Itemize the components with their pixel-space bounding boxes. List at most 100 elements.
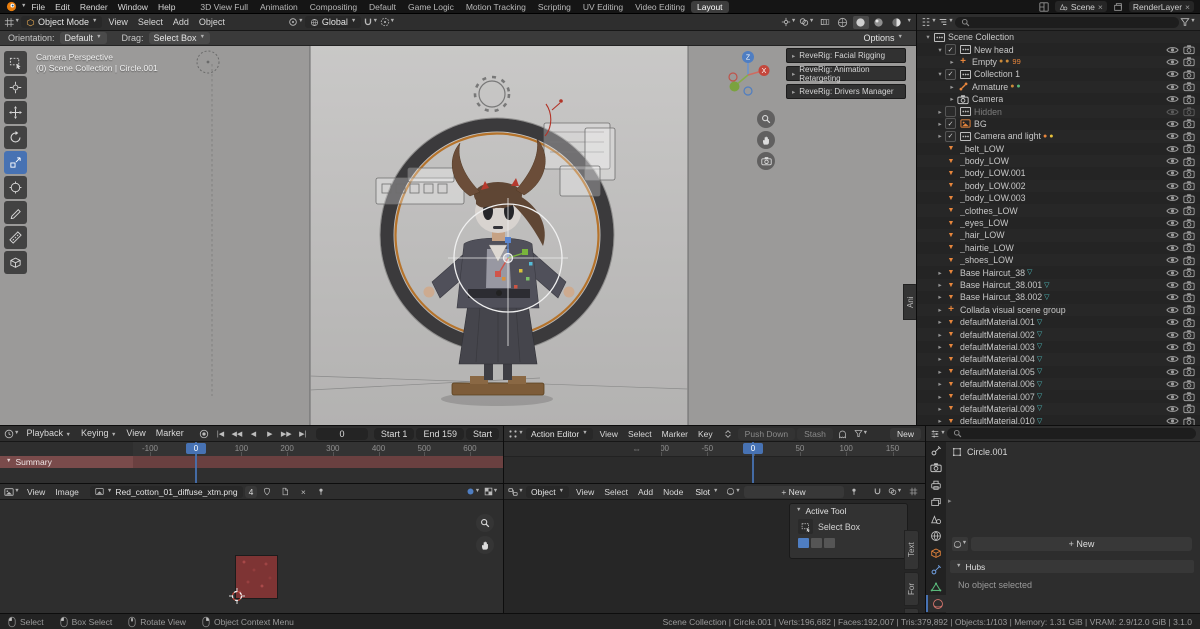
expand-toggle-icon[interactable]: ▸ [935,281,945,289]
hide-in-viewport-toggle[interactable] [1166,255,1179,265]
reverig-panel-2[interactable]: ▸ ReveRig: Drivers Manager [786,84,906,99]
hide-in-viewport-toggle[interactable] [1166,131,1179,141]
outliner-search-input[interactable] [955,16,1179,28]
viewport-menu-add[interactable]: Add [168,16,194,28]
workspace-tab-motion-tracking[interactable]: Motion Tracking [460,1,532,13]
outliner-row[interactable]: ▼ _body_LOW.002 [917,179,1200,193]
shader-menu-add[interactable]: Add [633,486,658,498]
disable-in-render-toggle[interactable] [1183,94,1195,105]
properties-tab-material[interactable] [926,595,948,612]
outliner-row[interactable]: ▸ + Collada visual scene group [917,303,1200,316]
image-menu-image[interactable]: Image [50,486,84,498]
disable-in-render-toggle[interactable] [1183,205,1195,216]
hide-in-viewport-toggle[interactable] [1166,292,1179,302]
pan-hand-button[interactable] [757,131,775,149]
properties-tab-view-layer[interactable] [926,493,946,510]
editor-type-shader-icon[interactable]: ▼ [508,485,524,498]
expand-toggle-icon[interactable]: ▸ [935,368,945,376]
topbar-menu-render[interactable]: Render [75,1,113,13]
outliner-row[interactable]: ▸ ▼ Base Haircut_38.002 ▽ [917,291,1200,304]
expand-toggle-icon[interactable]: ▸ [935,355,945,363]
shader-menu-node[interactable]: Node [658,486,688,498]
reverig-panel-0[interactable]: ▸ ReveRig: Facial Rigging [786,48,906,63]
expand-toggle-icon[interactable]: ▸ [935,393,945,401]
viewport-3d[interactable]: Camera Perspective (0) Scene Collection … [0,46,916,425]
outliner-row[interactable]: ▸ + Empty ● ● 99 [917,55,1200,69]
outliner-row[interactable]: ▸ ▼ defaultMaterial.007 ▽ [917,390,1200,403]
outliner-row[interactable]: ▼ _body_LOW.001 [917,167,1200,180]
tool-cursor-button[interactable] [4,76,27,99]
outliner-row[interactable]: ▾ Scene Collection [917,31,1200,44]
record-button[interactable] [197,427,211,440]
properties-tab-world[interactable] [926,527,946,544]
slot-dropdown[interactable]: Slot ▼ [690,486,723,498]
properties-tab-tool[interactable] [926,442,946,459]
outliner-row[interactable]: ▼ _hair_LOW [917,229,1200,242]
hide-in-viewport-toggle[interactable] [1166,218,1179,228]
topbar-menu-edit[interactable]: Edit [50,1,75,13]
snapping-button[interactable]: ▼ [362,16,378,29]
hide-in-viewport-toggle[interactable] [1166,268,1179,278]
play-reverse-button[interactable]: ◀ [246,427,260,440]
outliner-row[interactable]: ▸ ▼ Base Haircut_38.001 ▽ [917,278,1200,292]
hide-in-viewport-toggle[interactable] [1166,317,1179,327]
hide-in-viewport-toggle[interactable] [1166,144,1179,154]
prev-keyframe-button[interactable]: ◀◀ [230,427,244,440]
shader-sidebar-tab-text[interactable]: Text [904,530,919,570]
hide-in-viewport-toggle[interactable] [1166,57,1179,67]
image-canvas[interactable] [0,500,503,613]
shader-sidebar-tab-for[interactable]: For [904,572,919,606]
shader-menu-view[interactable]: View [571,486,599,498]
outliner-row[interactable]: ▸ ▼ defaultMaterial.003 ▽ [917,340,1200,354]
jump-to-end-button[interactable]: ▶| [296,427,310,440]
outliner-row[interactable]: ▼ _shoes_LOW [917,254,1200,267]
editor-type-image-icon[interactable]: ▼ [4,485,20,498]
editor-type-dopesheet-icon[interactable]: ▼ [508,427,524,440]
ghost-icon[interactable] [835,427,851,440]
outliner-row[interactable]: ▼ _clothes_LOW [917,204,1200,217]
disable-in-render-toggle[interactable] [1183,391,1195,402]
view-layer-unlink-icon[interactable]: × [1185,2,1190,12]
properties-tab-data[interactable] [926,578,946,595]
hide-in-viewport-toggle[interactable] [1166,193,1179,203]
tool-rotate-button[interactable] [4,126,27,149]
dopesheet-ruler[interactable]: -100-50050100150 [641,442,925,457]
expand-toggle-icon[interactable]: ▸ [935,417,945,425]
current-frame-field[interactable]: 0 [315,427,368,440]
timeline-playhead-label[interactable]: 0 [186,443,206,454]
disable-in-render-toggle[interactable] [1183,143,1195,154]
disable-in-render-toggle[interactable] [1183,118,1195,129]
disable-in-render-toggle[interactable] [1183,131,1195,142]
new-image-icon[interactable] [277,485,293,498]
channels-dropdown[interactable]: ▼ [465,485,481,498]
transform-orientation-dropdown[interactable]: Global ▼ [304,16,362,28]
outliner-row[interactable]: ▸ ▼ defaultMaterial.002 ▽ [917,328,1200,341]
topbar-menu-window[interactable]: Window [113,1,153,13]
mode-dropdown[interactable]: Object Mode ▼ [21,16,103,28]
disable-in-render-toggle[interactable] [1183,193,1195,204]
expand-toggle-icon[interactable]: ▸ [935,132,945,140]
disable-in-render-toggle[interactable] [1183,242,1195,253]
disable-in-render-toggle[interactable] [1183,354,1195,365]
disable-in-render-toggle[interactable] [1183,379,1195,390]
outliner-row[interactable]: ▸ ▼ defaultMaterial.001 ▽ [917,315,1200,329]
hide-in-viewport-toggle[interactable] [1166,206,1179,216]
hide-in-viewport-toggle[interactable] [1166,181,1179,191]
timeline-menu-keying[interactable]: Keying ▼ [76,427,121,440]
sidebar-tab-ani[interactable]: Ani [903,284,916,320]
outliner-row[interactable]: ▸ ▼ defaultMaterial.009 ▽ [917,402,1200,416]
image-pan-button[interactable] [476,536,494,554]
tool-annotate-button[interactable] [4,201,27,224]
frame-end-field[interactable]: End 159 [416,427,464,440]
topbar-menu-help[interactable]: Help [153,1,180,13]
expand-toggle-icon[interactable]: ▸ [947,95,957,103]
orientation-setting-dropdown[interactable]: Default ▼ [59,32,107,44]
hide-in-viewport-toggle[interactable] [1166,305,1179,315]
workspace-tab-scripting[interactable]: Scripting [532,1,577,13]
viewport-menu-object[interactable]: Object [194,16,230,28]
tool-measure-button[interactable] [4,226,27,249]
outliner-row[interactable]: ▸ ✓ Camera and light ● ● [917,130,1200,143]
dopesheet-menu-key[interactable]: Key [693,428,718,440]
image-zoom-button[interactable] [476,514,494,532]
dopesheet-filter-icon[interactable]: ▼ [853,427,869,440]
